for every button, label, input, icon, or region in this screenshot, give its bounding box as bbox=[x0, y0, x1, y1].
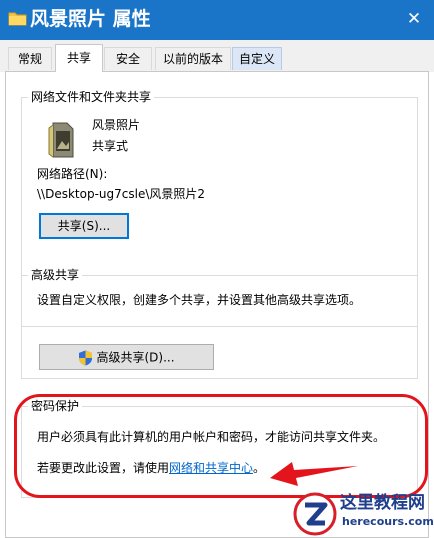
folder-icon bbox=[8, 12, 27, 26]
password-change-suffix: 。 bbox=[253, 461, 266, 475]
title-bar: 风景照片 属性 ✕ bbox=[0, 0, 434, 40]
tab-customize[interactable]: 自定义 bbox=[232, 47, 282, 70]
password-change-instruction: 若要更改此设置，请使用网络和共享中心。 bbox=[37, 460, 265, 476]
advanced-share-group-title: 高级共享 bbox=[28, 267, 83, 283]
password-protection-group-title: 密码保护 bbox=[28, 398, 83, 414]
advanced-share-description: 设置自定义权限，创建多个共享，并设置其他高级共享选项。 bbox=[37, 293, 362, 307]
network-path-value: \\Desktop-ug7csle\风景照片2 bbox=[37, 187, 206, 201]
advanced-share-button-label: 高级共享(D)... bbox=[96, 350, 175, 365]
watermark-badge-icon bbox=[293, 492, 337, 536]
tab-bar: 常规 共享 安全 以前的版本 自定义 bbox=[0, 40, 434, 72]
password-protection-description: 用户必须具有此计算机的用户帐户和密码，才能访问共享文件夹。 bbox=[37, 430, 386, 444]
password-protection-group: 密码保护 用户必须具有此计算机的用户帐户和密码，才能访问共享文件夹。 若要更改此… bbox=[21, 398, 418, 498]
watermark-url: herecours.com bbox=[342, 515, 434, 528]
network-share-group-title: 网络文件和文件夹共享 bbox=[28, 89, 155, 105]
tab-content-sharing: 网络文件和文件夹共享 风景照片 共享式 网络路径(N): \\Desktop-u… bbox=[5, 71, 429, 538]
watermark-logo: 这里教程网 herecours.com bbox=[290, 490, 434, 538]
tab-previous-versions[interactable]: 以前的版本 bbox=[155, 47, 231, 70]
watermark-name: 这里教程网 bbox=[340, 493, 425, 513]
share-status: 共享式 bbox=[92, 139, 129, 153]
advanced-share-group: 高级共享 设置自定义权限，创建多个共享，并设置其他高级共享选项。 高级共享(D)… bbox=[21, 267, 418, 379]
share-button[interactable]: 共享(S)... bbox=[39, 213, 129, 239]
uac-shield-icon bbox=[79, 350, 93, 365]
network-sharing-center-link[interactable]: 网络和共享中心 bbox=[169, 461, 253, 475]
close-icon: ✕ bbox=[406, 9, 422, 29]
close-button[interactable]: ✕ bbox=[400, 6, 428, 32]
network-path-label: 网络路径(N): bbox=[37, 167, 108, 181]
tab-sharing[interactable]: 共享 bbox=[55, 44, 103, 72]
tab-general[interactable]: 常规 bbox=[8, 47, 52, 70]
folder-icon bbox=[48, 122, 74, 158]
advanced-share-button[interactable]: 高级共享(D)... bbox=[39, 344, 214, 370]
window-title: 风景照片 属性 bbox=[30, 8, 151, 30]
tab-security[interactable]: 安全 bbox=[104, 47, 152, 70]
password-change-prefix: 若要更改此设置，请使用 bbox=[37, 461, 170, 475]
folder-name: 风景照片 bbox=[92, 118, 141, 132]
